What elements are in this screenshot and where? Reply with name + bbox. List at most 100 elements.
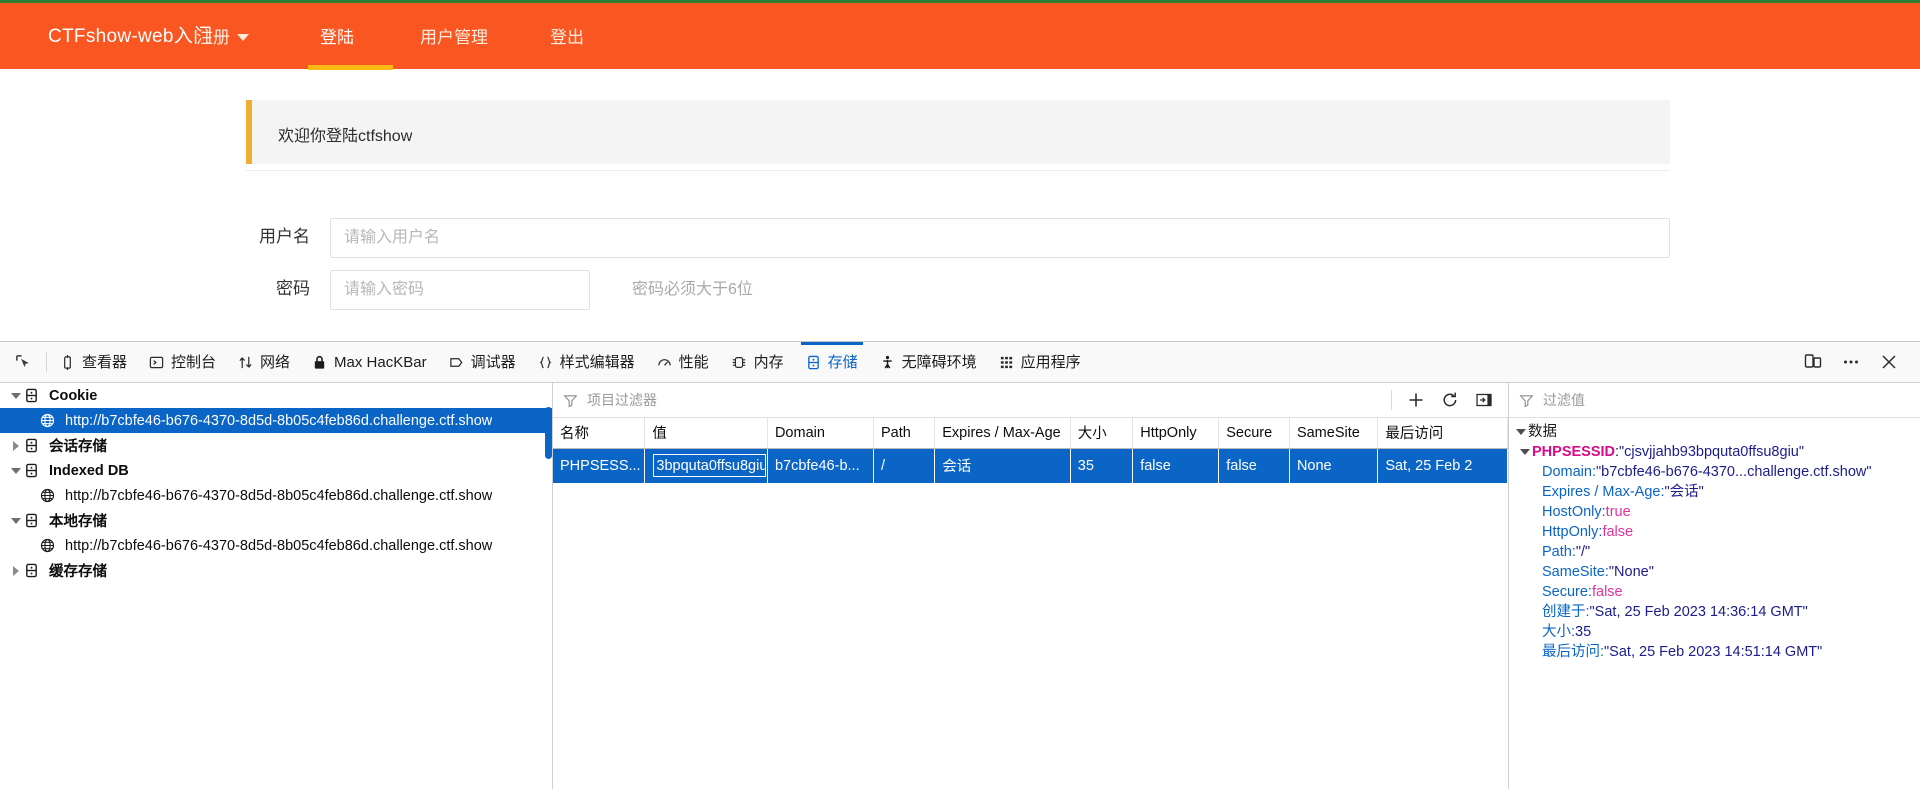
tab-max-hackbar[interactable]: Max HacKBar <box>301 342 438 383</box>
column-header-last-accessed[interactable]: 最后访问 <box>1377 418 1508 449</box>
tree-item-session-storage[interactable]: 会话存储 <box>0 433 552 458</box>
cell-httponly[interactable]: false <box>1132 448 1220 483</box>
tab-performance[interactable]: 性能 <box>646 342 720 383</box>
column-header-path[interactable]: Path <box>873 418 936 449</box>
cookie-detail-panel: 数据 PHPSESSID:"cjsvjjahb93bpquta0ffsu8giu… <box>1509 383 1920 789</box>
tab-memory[interactable]: 内存 <box>720 342 795 383</box>
column-header-domain[interactable]: Domain <box>767 418 875 449</box>
tab-performance-label: 性能 <box>678 353 709 371</box>
tab-inspector[interactable]: 查看器 <box>49 342 138 383</box>
detail-prop-httponly-key: HttpOnly <box>1542 524 1599 540</box>
devtools-toolbar-actions <box>1796 345 1920 379</box>
brand-link[interactable]: CTFshow-web入门 <box>48 21 212 48</box>
application-icon <box>1000 356 1012 368</box>
column-header-samesite[interactable]: SameSite <box>1289 418 1379 449</box>
username-input[interactable] <box>330 218 1670 258</box>
cell-domain[interactable]: b7cbfe46-b... <box>767 448 875 483</box>
tab-network[interactable]: 网络 <box>227 342 301 383</box>
cell-value[interactable]: 3bpquta0ffsu8giu <box>644 448 768 483</box>
twisty-expanded-icon[interactable] <box>1517 449 1532 455</box>
detail-prop-expires[interactable]: Expires / Max-Age: "会话" <box>1509 482 1920 502</box>
tree-item-local-storage[interactable]: 本地存储 <box>0 508 552 533</box>
tree-item-cookie[interactable]: Cookie <box>0 383 552 408</box>
cell-value-editor[interactable]: 3bpquta0ffsu8giu <box>653 454 766 477</box>
tab-accessibility[interactable]: 无障碍环境 <box>869 342 988 383</box>
detail-prop-httponly[interactable]: HttpOnly: false <box>1509 522 1920 542</box>
twisty-expanded-icon[interactable] <box>8 388 24 404</box>
nav-item-user-management[interactable]: 用户管理 <box>420 23 488 48</box>
column-header-expires[interactable]: Expires / Max-Age <box>934 418 1071 449</box>
column-header-value[interactable]: 值 <box>644 418 768 449</box>
responsive-design-mode-icon[interactable] <box>1796 345 1830 379</box>
detail-prop-last-accessed[interactable]: 最后访问: "Sat, 25 Feb 2023 14:51:14 GMT" <box>1509 642 1920 662</box>
username-label: 用户名 <box>259 227 310 246</box>
storage-db-icon <box>24 463 42 478</box>
table-row[interactable]: PHPSESS... 3bpquta0ffsu8giu b7cbfe46-b..… <box>553 448 1508 483</box>
detail-prop-created[interactable]: 创建于: "Sat, 25 Feb 2023 14:36:14 GMT" <box>1509 602 1920 622</box>
detail-prop-secure[interactable]: Secure: false <box>1509 582 1920 602</box>
nav-item-logout[interactable]: 登出 <box>550 23 584 48</box>
detail-prop-domain[interactable]: Domain: "b7cbfe46-b676-4370...challenge.c… <box>1509 462 1920 482</box>
detail-prop-hostonly[interactable]: HostOnly: true <box>1509 502 1920 522</box>
sidebar-scrollbar-thumb[interactable] <box>545 407 552 459</box>
twisty-expanded-icon[interactable] <box>8 463 24 479</box>
column-header-size[interactable]: 大小 <box>1070 418 1134 449</box>
actions-divider <box>1391 390 1392 410</box>
twisty-collapsed-icon[interactable] <box>8 563 24 579</box>
close-icon[interactable] <box>1872 345 1906 379</box>
twisty-expanded-icon[interactable] <box>1513 429 1528 435</box>
tab-console[interactable]: 控制台 <box>138 342 227 383</box>
column-header-httponly[interactable]: HttpOnly <box>1132 418 1220 449</box>
welcome-alert: 欢迎你登陆ctfshow <box>246 100 1670 164</box>
detail-prop-samesite[interactable]: SameSite: "None" <box>1509 562 1920 582</box>
twisty-expanded-icon[interactable] <box>8 513 24 529</box>
detail-prop-path[interactable]: Path: "/" <box>1509 542 1920 562</box>
tree-item-local-storage-origin[interactable]: http://b7cbfe46-b676-4370-8d5d-8b05c4feb… <box>0 533 552 558</box>
tab-application-label: 应用程序 <box>1020 353 1081 371</box>
cell-samesite[interactable]: None <box>1289 448 1379 483</box>
active-nav-underline <box>308 65 393 70</box>
item-filter-input[interactable] <box>585 391 885 409</box>
meatball-menu-icon[interactable] <box>1834 345 1868 379</box>
detail-cookie-value: "cjsvjjahb93bpquta0ffsu8giu" <box>1619 444 1804 460</box>
column-header-secure[interactable]: Secure <box>1218 418 1290 449</box>
detail-cookie-row[interactable]: PHPSESSID: "cjsvjjahb93bpquta0ffsu8giu" <box>1509 442 1920 462</box>
value-filter-input[interactable] <box>1541 391 1841 409</box>
detail-prop-last-accessed-key: 最后访问 <box>1542 644 1600 660</box>
twisty-collapsed-icon[interactable] <box>8 438 24 454</box>
detail-prop-domain-value: "b7cbfe46-b676-4370...challenge.ctf.show… <box>1596 464 1872 480</box>
tab-style-editor[interactable]: 样式编辑器 <box>527 342 646 383</box>
tab-console-label: 控制台 <box>171 353 217 371</box>
tab-application[interactable]: 应用程序 <box>988 342 1092 383</box>
detail-prop-httponly-value: false <box>1602 524 1634 540</box>
tree-item-cookie-origin[interactable]: http://b7cbfe46-b676-4370-8d5d-8b05c4feb… <box>0 408 552 433</box>
cell-size[interactable]: 35 <box>1070 448 1134 483</box>
tree-item-indexed-db-origin[interactable]: http://b7cbfe46-b676-4370-8d5d-8b05c4feb… <box>0 483 552 508</box>
column-header-name[interactable]: 名称 <box>553 418 646 449</box>
detail-prop-path-key: Path <box>1542 544 1572 560</box>
tree-item-indexed-db[interactable]: Indexed DB <box>0 458 552 483</box>
tab-storage[interactable]: 存储 <box>795 341 869 383</box>
cell-secure[interactable]: false <box>1218 448 1290 483</box>
tab-debugger[interactable]: 调试器 <box>438 342 527 383</box>
tree-item-cache-storage[interactable]: 缓存存储 <box>0 558 552 583</box>
welcome-alert-text: 欢迎你登陆ctfshow <box>278 128 413 145</box>
refresh-button[interactable] <box>1434 385 1466 415</box>
tab-storage-label: 存储 <box>827 353 858 371</box>
detail-prop-size[interactable]: 大小:35 <box>1509 622 1920 642</box>
cell-path[interactable]: / <box>873 448 936 483</box>
tree-item-local-storage-origin-label: http://b7cbfe46-b676-4370-8d5d-8b05c4feb… <box>65 537 493 554</box>
detail-root-row[interactable]: 数据 <box>1509 422 1920 442</box>
debugger-icon <box>449 357 462 367</box>
cell-expires[interactable]: 会话 <box>934 448 1071 483</box>
toggle-sidebar-button[interactable] <box>1468 385 1500 415</box>
tab-max-hackbar-label: Max HacKBar <box>334 353 427 371</box>
nav-item-login[interactable]: 登陆 <box>320 23 354 48</box>
add-item-button[interactable] <box>1400 385 1432 415</box>
nav-item-register[interactable]: 注册 <box>196 23 249 48</box>
cell-last-accessed[interactable]: Sat, 25 Feb 2 <box>1377 448 1508 483</box>
cell-name[interactable]: PHPSESS... <box>553 448 646 483</box>
sidebar-scrollbar[interactable] <box>545 407 552 459</box>
element-picker-icon[interactable] <box>0 342 46 383</box>
password-input[interactable] <box>330 270 590 310</box>
